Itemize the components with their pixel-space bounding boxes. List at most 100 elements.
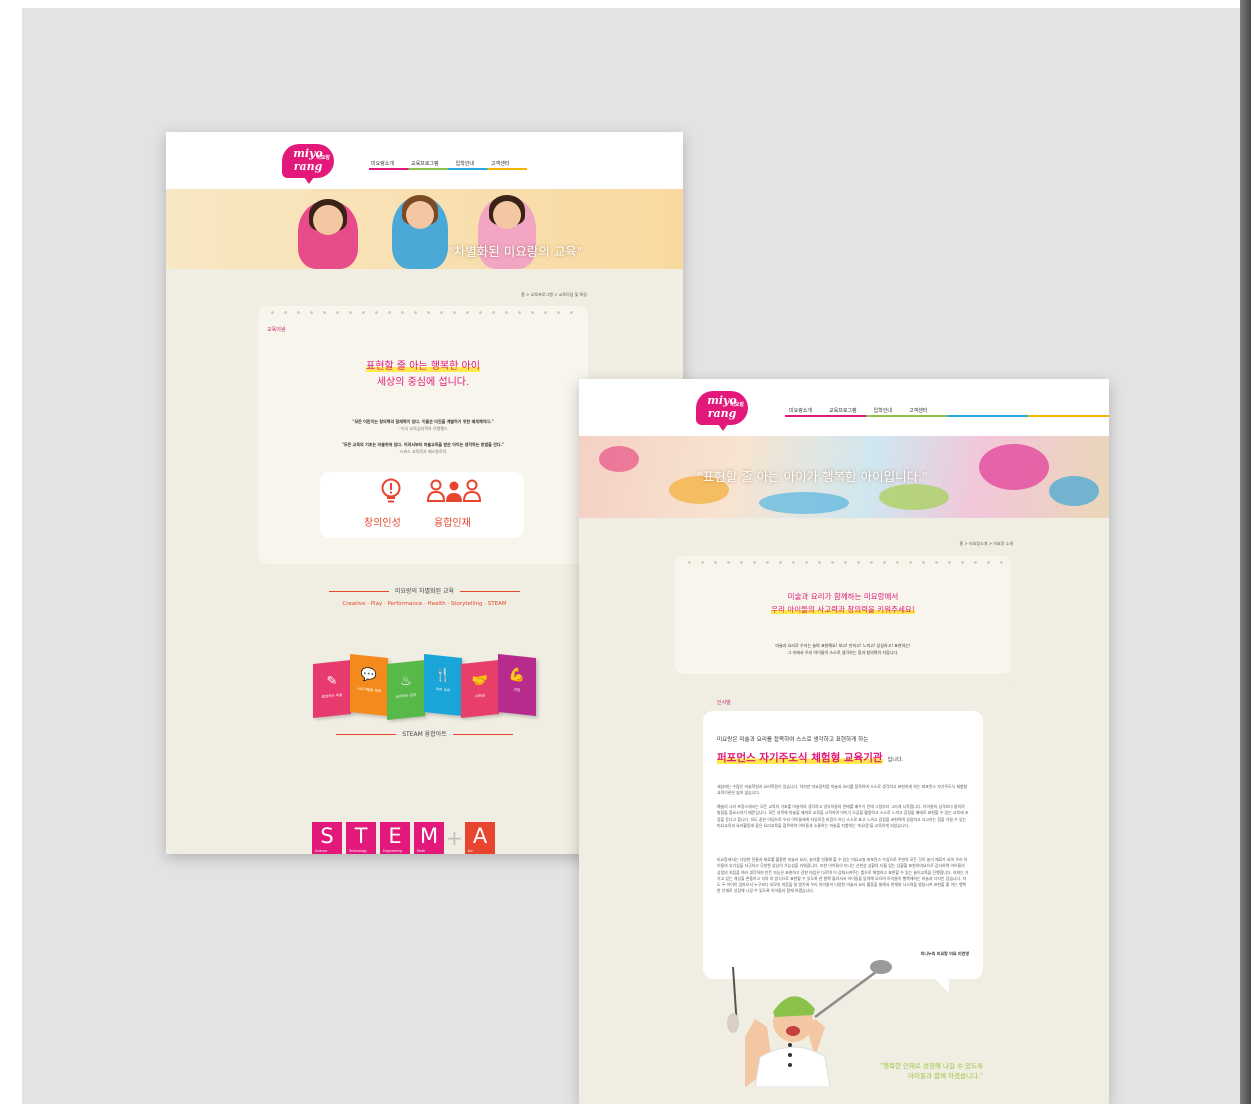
handshake-icon: 🤝 bbox=[471, 673, 489, 690]
notebook-rings bbox=[266, 310, 580, 315]
banner-slogan: "표현할 줄 아는 아이가 행복한 아이입니다." bbox=[697, 469, 928, 484]
paint-splash bbox=[599, 446, 639, 472]
steam-tile-t: T Technology bbox=[346, 822, 376, 854]
panel-label: 사회성 bbox=[475, 693, 485, 699]
nav-item-support[interactable]: 고객센터 bbox=[491, 160, 509, 167]
notebook-rings bbox=[683, 560, 1003, 565]
panel-social[interactable]: 🤝 사회성 bbox=[461, 660, 499, 718]
tile-word: Science bbox=[315, 849, 328, 853]
hero-banner: "표현할 줄 아는 아이가 행복한 아이입니다." bbox=[579, 436, 1109, 518]
breadcrumb: 홈 > 교육프로그램 > 교육이념 및 특징 bbox=[521, 292, 587, 297]
brush-icon: ✎ bbox=[326, 673, 338, 690]
breadcrumb: 홈 > 미요랑소개 > 미요랑 소개 bbox=[959, 541, 1013, 546]
nav-item-programs[interactable]: 교육프로그램 bbox=[411, 160, 439, 167]
panel-meat[interactable]: 🍴 미트 요리 bbox=[424, 654, 462, 716]
section-label: 교육이념 bbox=[267, 327, 286, 333]
quote-1: "모든 어린이는 창의력의 잠재력이 있다. 이들은 미진을 계발하기 위한 매… bbox=[352, 419, 494, 424]
steam-title-text: STEAM 융합아트 bbox=[402, 731, 447, 738]
panel-storytelling[interactable]: 💬 스토리텔링 재료 bbox=[350, 654, 388, 716]
greeting-bubble: 미요랑은 미술과 요리를 접목하여 스스로 생각하고 표현하게 하는 퍼포먼스 … bbox=[703, 711, 983, 979]
team-icon bbox=[426, 479, 482, 502]
panel-label: 건강 bbox=[513, 687, 521, 693]
greeting-card: 인사말 미요랑은 미술과 요리를 접목하여 스스로 생각하고 표현하게 하는 퍼… bbox=[675, 681, 1011, 1104]
greeting-suffix: 입니다. bbox=[887, 757, 904, 763]
intro-headline-line-1: 미술과 요리가 함께하는 미요랑에서 bbox=[787, 592, 899, 601]
hero-banner: "차별화된 미요랑의 교육" bbox=[166, 189, 683, 269]
main-nav: 미요랑소개 교육프로그램 입학안내 고객센터 bbox=[789, 407, 927, 414]
value-convergence-talent: 융합인재 bbox=[434, 518, 471, 529]
paint-splash bbox=[879, 484, 949, 510]
diff-title-text: 미요랑의 차별화된 교육 bbox=[394, 588, 454, 595]
steam-tile-a: A Art bbox=[465, 822, 495, 854]
greeting-paragraph-2: 예술의 나라 프랑스에서는 모든 교육의 기초를 미술이라 생각하고 영유아들의… bbox=[717, 804, 969, 828]
steam-tile-m: M Math bbox=[414, 822, 444, 854]
panel-label: 미트 요리 bbox=[435, 687, 451, 693]
section-label: 인사말 bbox=[717, 700, 731, 706]
tile-letter: S bbox=[320, 824, 334, 848]
paint-splash bbox=[759, 492, 849, 514]
tile-letter: T bbox=[354, 824, 368, 848]
paint-splash bbox=[1049, 476, 1099, 506]
miyorang-logo[interactable]: miyo rang 미요랑 bbox=[282, 144, 334, 184]
tile-letter: E bbox=[388, 824, 402, 848]
closing-message: "행복한 인재로 성장해 나갈 수 있도록 아이들과 함께 하겠습니다." bbox=[797, 1061, 983, 1081]
logo-small-text: 미요랑 bbox=[730, 402, 744, 408]
nav-item-programs[interactable]: 교육프로그램 bbox=[829, 407, 857, 414]
intro-headline: 미술과 요리가 함께하는 미요랑에서 우리 아이들의 사고력과 창의력을 키워주… bbox=[675, 590, 1011, 616]
greeting-lead: 미요랑은 미술과 요리를 접목하여 스스로 생각하고 표현하게 하는 bbox=[717, 737, 869, 743]
nav-item-about[interactable]: 미요랑소개 bbox=[789, 407, 812, 414]
miyorang-logo[interactable]: miyo rang 미요랑 bbox=[696, 391, 748, 431]
panel-cooking[interactable]: ♨ 요리하는 요리 bbox=[387, 660, 425, 720]
value-creative-character: 창의인성 bbox=[364, 518, 401, 529]
right-edge-strip bbox=[1240, 0, 1251, 1104]
intro-card: 미술과 요리가 함께하는 미요랑에서 우리 아이들의 사고력과 창의력을 키워주… bbox=[675, 556, 1011, 674]
tile-word: Art bbox=[468, 849, 473, 853]
bubble-tail bbox=[921, 979, 949, 993]
main-nav: 미요랑소개 교육프로그램 입학안내 고객센터 bbox=[371, 160, 509, 167]
child-photo bbox=[392, 195, 448, 269]
tile-letter: M bbox=[419, 824, 439, 848]
values-box: 창의인성 융합인재 bbox=[320, 472, 524, 538]
greeting-main-text: 퍼포먼스 자기주도식 체험형 교육기관 bbox=[717, 752, 883, 764]
steam-tile-s: S Science bbox=[312, 822, 342, 854]
tile-letter: A bbox=[472, 824, 488, 848]
quote-1-source: - 미국 교육심리학자 로웬펠드 bbox=[398, 426, 448, 431]
greeting-paragraph-1: 세상에는 수많은 미술학원과 요리학원이 있습니다. 하지만 미요랑처럼 미술과… bbox=[717, 784, 968, 796]
nav-color-line bbox=[785, 415, 1109, 417]
panel-label: 스토리텔링 재료 bbox=[356, 686, 382, 694]
tile-word: Technology bbox=[349, 849, 367, 853]
closing-line-2: 아이들과 함께 하겠습니다." bbox=[908, 1072, 983, 1080]
nav-item-admission[interactable]: 입학안내 bbox=[874, 407, 892, 414]
headline: 표현할 줄 아는 행복한 아이 세상의 중심에 섭니다. bbox=[258, 359, 588, 391]
cutlery-icon: 🍴 bbox=[434, 667, 452, 684]
steam-tile-e: E Engineering bbox=[380, 822, 410, 854]
plus-icon: + bbox=[446, 826, 463, 850]
site-header: miyo rang 미요랑 미요랑소개 교육프로그램 입학안내 고객센터 bbox=[166, 132, 683, 189]
banner-slogan: "차별화된 미요랑의 교육" bbox=[448, 244, 583, 259]
nav-item-admission[interactable]: 입학안내 bbox=[456, 160, 474, 167]
quote-2: "모든 교육의 기초는 미술위에 있다. 어려서부터 미술교육을 받은 아이는 … bbox=[341, 442, 505, 447]
nav-item-about[interactable]: 미요랑소개 bbox=[371, 160, 394, 167]
panel-art[interactable]: ✎ 표현하는 미술 bbox=[313, 660, 351, 718]
page-mockup-about: miyo rang 미요랑 미요랑소개 교육프로그램 입학안내 고객센터 "표현… bbox=[579, 379, 1109, 1104]
quote-2-source: 스위스 교육학자 페스탈로치 bbox=[399, 449, 447, 454]
tile-word: Engineering bbox=[383, 849, 403, 853]
paint-splash bbox=[979, 444, 1049, 490]
headline-line-2: 세상의 중심에 섭니다. bbox=[376, 377, 470, 388]
chef-hat-icon: ♨ bbox=[400, 673, 412, 690]
chat-icon: 💬 bbox=[360, 667, 378, 684]
nav-item-support[interactable]: 고객센터 bbox=[909, 407, 927, 414]
closing-line-1: "행복한 인재로 성장해 나갈 수 있도록 bbox=[879, 1062, 983, 1070]
panel-label: 표현하는 미술 bbox=[321, 692, 343, 700]
child-photo bbox=[298, 199, 358, 269]
panel-health[interactable]: 💪 건강 bbox=[498, 654, 536, 716]
intro-headline-line-2: 우리 아이들의 사고력과 창의력을 키워주세요! bbox=[771, 605, 915, 614]
logo-small-text: 미요랑 bbox=[316, 155, 330, 161]
panel-label: 요리하는 요리 bbox=[395, 692, 417, 700]
lightbulb-icon bbox=[381, 478, 401, 503]
tile-word: Math bbox=[417, 849, 425, 853]
greeting-main: 퍼포먼스 자기주도식 체험형 교육기관 입니다. bbox=[717, 746, 903, 765]
site-header: miyo rang 미요랑 미요랑소개 교육프로그램 입학안내 고객센터 bbox=[579, 379, 1109, 436]
greeting-paragraph-3: 미요랑에서는 다양한 전통과 재료를 활용한 미술과 요리, 놀이를 연결해 할… bbox=[717, 857, 969, 894]
intro-text-1: 미술과 요리로 우리는 놀며 표현해요! 보고! 만지고! 느끼고! 상상하고!… bbox=[775, 643, 911, 648]
